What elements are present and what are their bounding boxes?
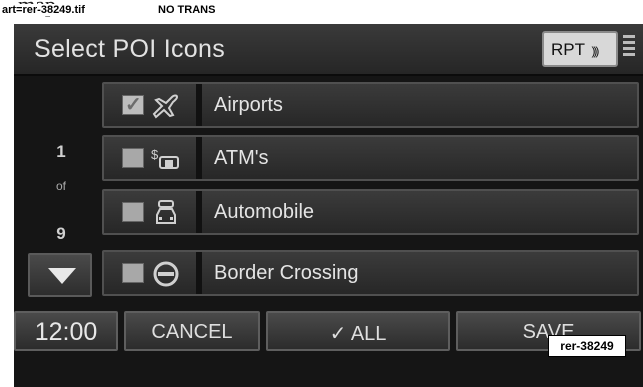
row-label: Airports (214, 94, 283, 116)
select-all-button[interactable]: ✓ ALL (266, 311, 450, 351)
atm-cash-icon: $ (151, 147, 179, 169)
page-title: Select POI Icons (34, 35, 225, 63)
row-divider (196, 84, 202, 126)
radio-screen: Select POI Icons RPT ))) 1 of 9 ✓ Airpor… (14, 24, 643, 387)
poi-row-airports[interactable]: ✓ Airports (102, 82, 639, 128)
border-crossing-icon (153, 261, 179, 287)
checkbox-border-crossing[interactable] (122, 263, 144, 283)
art-filename-label: art=rer-38249.tif (0, 4, 87, 16)
row-label: Border Crossing (214, 262, 359, 284)
poi-row-automobile[interactable]: Automobile (102, 189, 639, 235)
trans-label: NO TRANS (158, 4, 216, 16)
print-label-strip: map. art=rer-38249.tif NO TRANS (0, 0, 643, 24)
checkbox-airports[interactable]: ✓ (122, 94, 144, 116)
rpt-label: RPT (551, 40, 585, 59)
total-pages: 9 (56, 224, 66, 243)
row-divider (196, 137, 202, 179)
row-divider (196, 252, 202, 294)
checkmark-icon: ✓ (329, 323, 347, 345)
poi-row-atms[interactable]: $ ATM's (102, 135, 639, 181)
airplane-icon (152, 94, 179, 119)
scroll-grip-icon[interactable] (623, 35, 635, 65)
select-all-label: ALL (350, 323, 387, 345)
row-label: Automobile (214, 201, 315, 223)
automobile-icon (156, 200, 176, 224)
row-divider (196, 191, 202, 233)
page-of-label: of (55, 179, 66, 193)
poi-row-border-crossing[interactable]: Border Crossing (102, 250, 639, 296)
checkmark-icon: ✓ (125, 94, 142, 116)
rpt-button[interactable]: RPT ))) (542, 31, 618, 67)
down-arrow-icon (48, 268, 76, 284)
screen-header: Select POI Icons RPT ))) (14, 24, 643, 76)
speaker-wave-icon: ))) (591, 44, 599, 58)
checkbox-automobile[interactable] (122, 202, 144, 222)
cancel-button[interactable]: CANCEL (124, 311, 260, 351)
svg-text:$: $ (151, 147, 159, 162)
clock-display[interactable]: 12:00 (14, 311, 118, 351)
checkbox-atms[interactable] (122, 148, 144, 168)
row-label: ATM's (214, 147, 269, 169)
scroll-down-button[interactable] (28, 253, 92, 297)
reference-code-label: rer-38249 (548, 335, 626, 357)
current-page: 1 (56, 142, 66, 161)
